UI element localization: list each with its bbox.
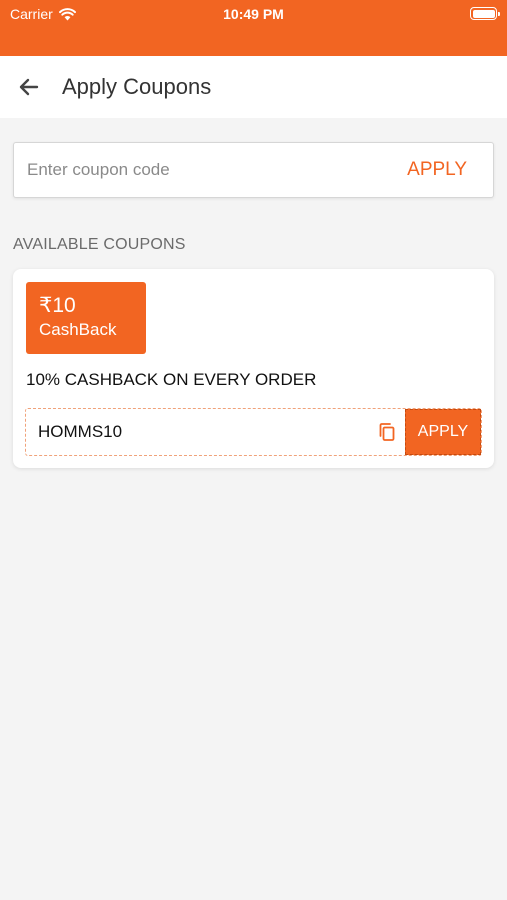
back-button[interactable] bbox=[8, 66, 50, 108]
status-bar: Carrier 10:49 PM bbox=[0, 0, 507, 56]
coupon-code: HOMMS10 bbox=[38, 422, 123, 441]
coupon-code-row: HOMMS10 APPLY bbox=[25, 408, 482, 456]
nav-bar: Apply Coupons bbox=[0, 56, 507, 118]
apply-code-button[interactable]: APPLY bbox=[381, 143, 493, 197]
battery-icon bbox=[470, 7, 500, 20]
arrow-left-icon bbox=[19, 78, 39, 96]
battery-level bbox=[472, 9, 495, 18]
page-title: Apply Coupons bbox=[62, 74, 212, 99]
copy-icon bbox=[379, 423, 395, 441]
coupon-code-input[interactable] bbox=[14, 143, 382, 197]
coupon-description: 10% CASHBACK ON EVERY ORDER bbox=[26, 370, 317, 389]
status-time: 10:49 PM bbox=[223, 6, 284, 22]
coupon-badge: ₹10 CashBack bbox=[26, 282, 146, 354]
available-coupons-heading: AVAILABLE COUPONS bbox=[13, 236, 186, 253]
battery-tip bbox=[498, 11, 500, 16]
coupon-apply-button[interactable]: APPLY bbox=[405, 409, 481, 455]
coupon-amount: ₹10 bbox=[39, 294, 76, 317]
coupon-type: CashBack bbox=[39, 320, 117, 339]
copy-code-button[interactable] bbox=[369, 409, 405, 455]
coupon-entry-box: APPLY bbox=[13, 142, 494, 198]
coupon-card: ₹10 CashBack 10% CASHBACK ON EVERY ORDER… bbox=[13, 269, 494, 468]
